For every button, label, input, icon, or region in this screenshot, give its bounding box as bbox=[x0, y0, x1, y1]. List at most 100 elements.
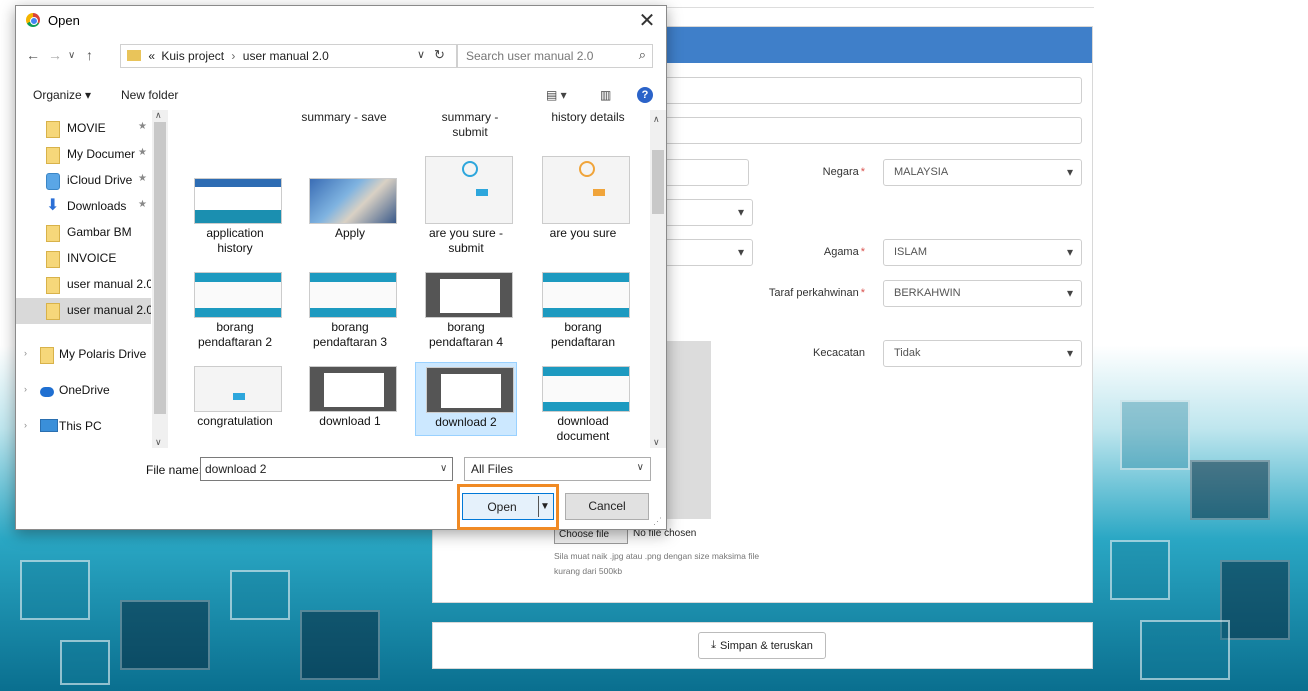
file-name-dropdown-icon[interactable]: ∨ bbox=[440, 463, 447, 474]
file-type-select[interactable]: All Files ∨ bbox=[464, 457, 651, 481]
nav-item-gambar-bm[interactable]: Gambar BM bbox=[16, 220, 151, 246]
file-name-input[interactable]: download 2 bbox=[200, 457, 453, 481]
file-download-document[interactable]: download document bbox=[532, 362, 634, 448]
image-thumbnail bbox=[309, 178, 397, 224]
nav-item-label: My Documer bbox=[67, 147, 136, 161]
file-congratulation[interactable]: congratulation bbox=[184, 362, 286, 448]
image-thumbnail bbox=[194, 272, 282, 318]
nav-item-user-manual-1[interactable]: user manual 2.0 bbox=[16, 272, 151, 298]
file-borang-pendaftaran-3[interactable]: borang pendaftaran 3 bbox=[299, 268, 401, 362]
select-field-1[interactable] bbox=[661, 199, 753, 226]
forward-arrow-icon[interactable]: → bbox=[48, 47, 62, 63]
text-field-2[interactable] bbox=[661, 117, 1082, 144]
nav-item-icloud-drive[interactable]: iCloud Drive ★ bbox=[16, 168, 151, 194]
cancel-button[interactable]: Cancel bbox=[565, 493, 649, 520]
nav-item-this-pc[interactable]: › This PC bbox=[16, 414, 151, 440]
scroll-down-icon[interactable]: ∨ bbox=[155, 437, 162, 448]
file-download-2[interactable]: download 2 bbox=[415, 362, 517, 436]
new-folder-button[interactable]: New folder bbox=[121, 88, 178, 102]
file-scrollbar[interactable]: ∧ ∨ bbox=[650, 110, 666, 448]
download-arrow-icon: ⬇ bbox=[46, 197, 60, 214]
file-name-row: File name: download 2 ∨ All Files ∨ bbox=[16, 456, 666, 486]
agama-select[interactable]: ISLAM bbox=[883, 239, 1082, 266]
search-input[interactable]: Search user manual 2.0 ⌕ bbox=[457, 44, 653, 68]
image-thumbnail bbox=[426, 367, 514, 413]
breadcrumb-current[interactable]: user manual 2.0 bbox=[243, 49, 329, 63]
text-field-1[interactable] bbox=[661, 77, 1082, 104]
nav-item-label: My Polaris Drive bbox=[59, 347, 147, 361]
file-borang-pendaftaran[interactable]: borang pendaftaran bbox=[532, 268, 634, 362]
file-are-you-sure-submit[interactable]: are you sure - submit bbox=[415, 152, 517, 268]
file-application-history[interactable]: application history bbox=[184, 174, 286, 268]
close-icon[interactable]: ✕ bbox=[636, 8, 658, 33]
file-label: borang pendaftaran 3 bbox=[312, 320, 388, 349]
nav-item-my-polaris-drive[interactable]: › My Polaris Drive bbox=[16, 342, 151, 368]
nav-item-onedrive[interactable]: › OneDrive bbox=[16, 378, 151, 404]
pin-icon: ★ bbox=[138, 173, 147, 184]
address-bar[interactable]: « Kuis project › user manual 2.0 bbox=[120, 44, 457, 68]
file-label: are you sure bbox=[549, 226, 617, 240]
breadcrumb-overflow[interactable]: « bbox=[148, 49, 155, 63]
chevron-right-icon[interactable]: › bbox=[24, 348, 27, 358]
file-download-1[interactable]: download 1 bbox=[299, 362, 401, 448]
taraf-perkahwinan-select[interactable]: BERKAHWIN bbox=[883, 280, 1082, 307]
folder-icon bbox=[40, 347, 54, 364]
file-apply[interactable]: Apply bbox=[299, 174, 401, 268]
folder-icon bbox=[46, 303, 60, 320]
nav-item-user-manual-2[interactable]: user manual 2.0 bbox=[16, 298, 151, 324]
preview-pane-icon[interactable]: ▥ bbox=[600, 88, 611, 102]
folder-icon bbox=[46, 147, 60, 164]
file-borang-pendaftaran-2[interactable]: borang pendaftaran 2 bbox=[184, 268, 286, 362]
image-thumbnail bbox=[309, 366, 397, 412]
nav-scrollbar[interactable]: ∧ ∨ bbox=[152, 110, 168, 448]
negara-select[interactable]: MALAYSIA bbox=[883, 159, 1082, 186]
file-scroll-thumb[interactable] bbox=[652, 150, 664, 214]
file-label: application history bbox=[206, 226, 264, 255]
computer-icon bbox=[40, 419, 58, 432]
file-caption-history-details[interactable]: history details bbox=[532, 110, 644, 124]
save-continue-label: Simpan & teruskan bbox=[719, 639, 813, 652]
nav-item-my-documents[interactable]: My Documer ★ bbox=[16, 142, 151, 168]
back-arrow-icon[interactable]: ← bbox=[26, 47, 40, 63]
nav-item-label: iCloud Drive bbox=[67, 173, 133, 187]
dialog-buttons: Open ▼ Cancel bbox=[16, 490, 666, 520]
view-options-icon[interactable]: ▤ ▾ bbox=[546, 88, 567, 102]
image-thumbnail bbox=[542, 272, 630, 318]
file-caption-summary-save[interactable]: summary - save bbox=[288, 110, 400, 124]
cloud-icon bbox=[46, 173, 60, 190]
file-label: borang pendaftaran 2 bbox=[197, 320, 273, 349]
file-label: download 1 bbox=[319, 414, 381, 428]
nav-item-label: user manual 2.0 bbox=[67, 277, 151, 291]
file-borang-pendaftaran-4[interactable]: borang pendaftaran 4 bbox=[415, 268, 517, 362]
chevron-right-icon[interactable]: › bbox=[24, 384, 27, 394]
address-dropdown-icon[interactable]: ∨ bbox=[417, 48, 425, 61]
kecacatan-select[interactable]: Tidak bbox=[883, 340, 1082, 367]
scroll-down-icon[interactable]: ∨ bbox=[653, 437, 660, 448]
up-arrow-icon[interactable]: ↑ bbox=[86, 47, 93, 63]
nav-item-invoice[interactable]: INVOICE bbox=[16, 246, 151, 272]
help-icon[interactable]: ? bbox=[637, 87, 653, 103]
file-are-you-sure[interactable]: are you sure bbox=[532, 152, 634, 268]
image-thumbnail bbox=[309, 272, 397, 318]
breadcrumb-parent[interactable]: Kuis project bbox=[161, 49, 224, 63]
refresh-icon[interactable]: ↻ bbox=[434, 47, 445, 63]
nav-item-movie[interactable]: MOVIE ★ bbox=[16, 116, 151, 142]
chevron-right-icon[interactable]: › bbox=[24, 420, 27, 430]
dialog-titlebar: Open ✕ bbox=[16, 6, 666, 36]
scroll-up-icon[interactable]: ∧ bbox=[155, 110, 162, 121]
recent-dropdown-icon[interactable]: ∨ bbox=[68, 50, 75, 61]
pin-icon: ★ bbox=[138, 199, 147, 210]
nav-scroll-thumb[interactable] bbox=[154, 122, 166, 414]
file-label: Apply bbox=[334, 226, 366, 240]
file-caption-summary-submit[interactable]: summary - submit bbox=[418, 110, 522, 140]
nav-item-label: user manual 2.0 bbox=[67, 303, 151, 317]
save-continue-button[interactable]: ⤓ Simpan & teruskan bbox=[698, 632, 826, 659]
file-label: borang pendaftaran 4 bbox=[428, 320, 504, 349]
chevron-down-icon: ∨ bbox=[636, 462, 644, 473]
scroll-up-icon[interactable]: ∧ bbox=[653, 114, 660, 125]
organize-button[interactable]: Organize ▾ bbox=[33, 88, 91, 102]
file-label: download 2 bbox=[435, 415, 497, 429]
image-thumbnail bbox=[542, 366, 630, 412]
nav-item-downloads[interactable]: ⬇ Downloads ★ bbox=[16, 194, 151, 220]
resize-grip-icon[interactable]: ⋰ bbox=[653, 516, 662, 527]
